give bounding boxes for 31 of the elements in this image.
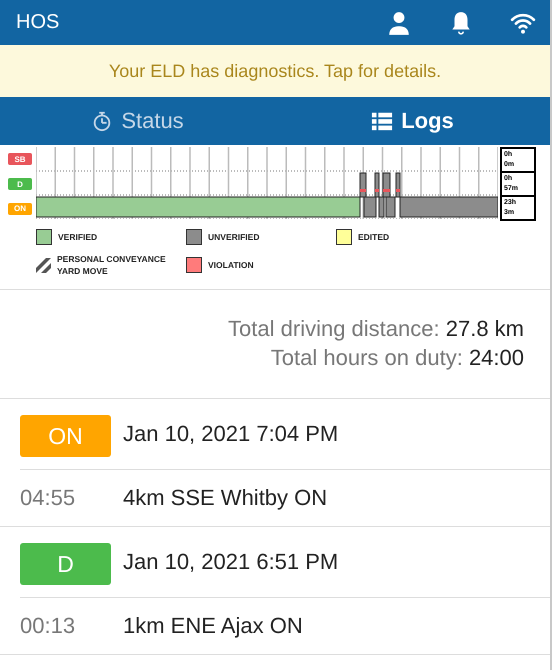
entry-date: Jan 10, 2021 6:51 PM (123, 549, 338, 575)
status-label: D (8, 178, 32, 190)
entry-duration: 00:13 (20, 613, 76, 639)
status-label: ON (8, 202, 32, 215)
legend-label: PERSONAL CONVEYANCE (57, 253, 166, 265)
status-label: SB (8, 153, 32, 166)
duty-segment (364, 196, 376, 218)
driving-segment (396, 172, 400, 198)
tab[interactable]: Status (0, 97, 275, 145)
diagnostics-banner[interactable]: Your ELD has diagnostics. Tap for details. (0, 45, 550, 97)
app-title: HOS (16, 11, 60, 34)
banner-text: Your ELD has diagnostics. Tap for details. (108, 60, 442, 82)
list-icon (371, 110, 394, 132)
status-badge: D (20, 543, 111, 585)
tab[interactable]: Logs (275, 97, 550, 145)
driving-segment (374, 172, 380, 198)
entry-location: 4km SSE Whitby ON (123, 485, 328, 511)
legend-label: VERIFIED (58, 231, 98, 243)
total-line: Total hours on duty: 24:00 (270, 344, 524, 372)
legend-label: YARD MOVE (57, 265, 109, 277)
driving-segment (360, 172, 366, 198)
entry-location: 1km ENE Ajax ON (123, 613, 303, 639)
legend-label: VIOLATION (208, 259, 254, 271)
striped-swatch (36, 258, 51, 272)
legend-label: UNVERIFIED (208, 231, 260, 243)
legend-label: EDITED (358, 231, 390, 243)
entry-date: Jan 10, 2021 7:04 PM (123, 421, 338, 447)
total-line: Total driving distance: 27.8 km (228, 315, 524, 343)
entry-duration: 04:55 (20, 485, 76, 511)
driving-segment (382, 172, 390, 198)
status-badge: ON (20, 415, 111, 457)
